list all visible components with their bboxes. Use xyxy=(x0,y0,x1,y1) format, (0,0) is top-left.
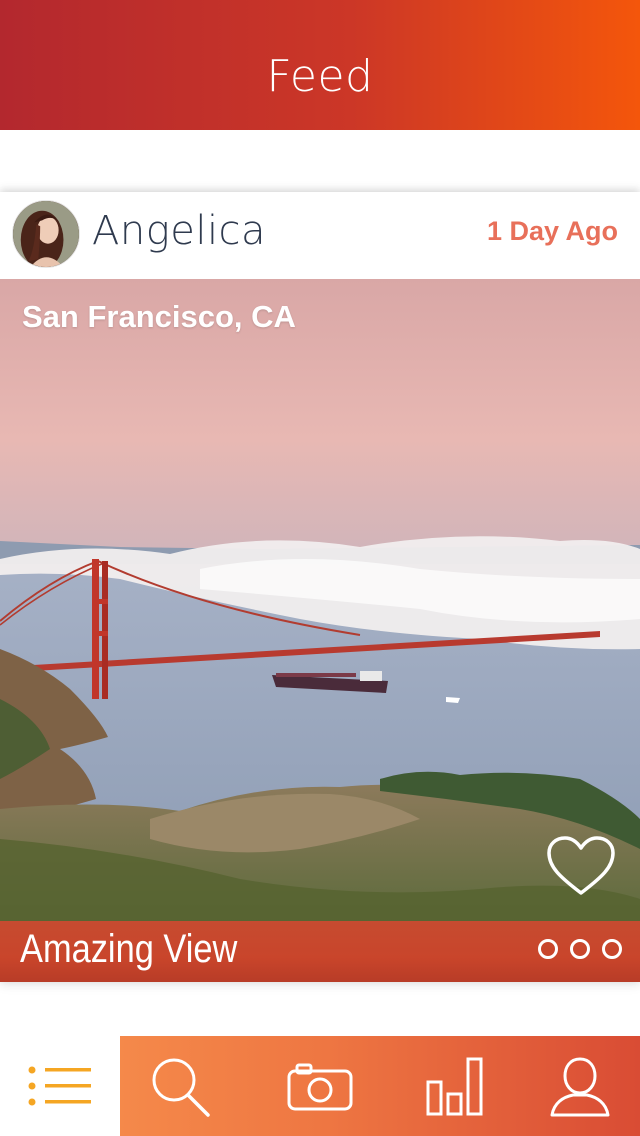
user-icon xyxy=(550,1057,610,1117)
like-button[interactable] xyxy=(546,835,616,897)
tab-camera[interactable] xyxy=(260,1036,380,1136)
bottom-tab-bar xyxy=(0,1036,640,1136)
more-options-button[interactable] xyxy=(538,939,622,959)
tab-search[interactable] xyxy=(120,1036,240,1136)
post-location: San Francisco, CA xyxy=(22,299,296,334)
post-timestamp: 1 Day Ago xyxy=(486,216,618,246)
more-dots-icon xyxy=(538,939,558,959)
page-title: Feed xyxy=(266,50,374,102)
caption-bar: Amazing View xyxy=(0,921,640,982)
more-dots-icon xyxy=(602,939,622,959)
post-header: Angelica 1 Day Ago xyxy=(0,192,640,279)
post-username[interactable]: Angelica xyxy=(92,208,266,254)
golden-gate-photo xyxy=(0,279,640,921)
heart-icon xyxy=(547,836,615,895)
camera-icon xyxy=(287,1063,353,1111)
bar-chart-icon xyxy=(426,1057,483,1116)
post-caption: Amazing View xyxy=(20,927,238,971)
search-icon xyxy=(152,1058,210,1117)
post-photo[interactable]: San Francisco, CA xyxy=(0,279,640,921)
tab-feed[interactable] xyxy=(0,1036,120,1136)
tab-bar-gradient xyxy=(120,1036,640,1136)
avatar[interactable] xyxy=(12,200,80,268)
app-header: Feed xyxy=(0,0,640,130)
list-icon xyxy=(28,1066,91,1106)
avatar-image xyxy=(13,201,79,267)
feed-post: Angelica 1 Day Ago San Francisco, CA Ama… xyxy=(0,192,640,982)
more-dots-icon xyxy=(570,939,590,959)
tab-stats[interactable] xyxy=(395,1036,515,1136)
tab-profile[interactable] xyxy=(520,1036,640,1136)
